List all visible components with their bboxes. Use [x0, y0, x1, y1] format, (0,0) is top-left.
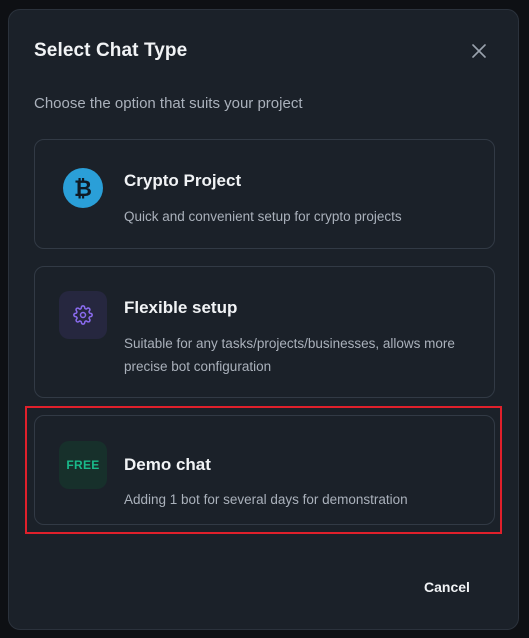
gear-icon	[59, 291, 107, 339]
option-title: Crypto Project	[124, 171, 242, 190]
cancel-button[interactable]: Cancel	[419, 575, 475, 599]
bitcoin-icon: ₿	[59, 164, 107, 212]
select-chat-type-dialog: Select Chat Type Choose the option that …	[8, 9, 519, 630]
option-description: Adding 1 bot for several days for demons…	[124, 492, 408, 507]
dialog-title: Select Chat Type	[34, 40, 188, 61]
close-icon	[472, 44, 486, 58]
option-title: Demo chat	[124, 455, 211, 474]
dialog-subtitle: Choose the option that suits your projec…	[34, 95, 303, 112]
option-description: Suitable for any tasks/projects/business…	[124, 336, 455, 374]
option-crypto-project[interactable]: ₿ Crypto Project Quick and convenient se…	[34, 139, 495, 249]
free-badge-icon: FREE	[59, 441, 107, 489]
option-flexible-setup[interactable]: Flexible setup Suitable for any tasks/pr…	[34, 266, 495, 398]
option-demo-chat[interactable]: FREE Demo chat Adding 1 bot for several …	[34, 415, 495, 525]
option-title: Flexible setup	[124, 298, 238, 317]
close-button[interactable]	[469, 41, 489, 61]
svg-text:₿: ₿	[74, 177, 92, 202]
option-description: Quick and convenient setup for crypto pr…	[124, 209, 402, 224]
